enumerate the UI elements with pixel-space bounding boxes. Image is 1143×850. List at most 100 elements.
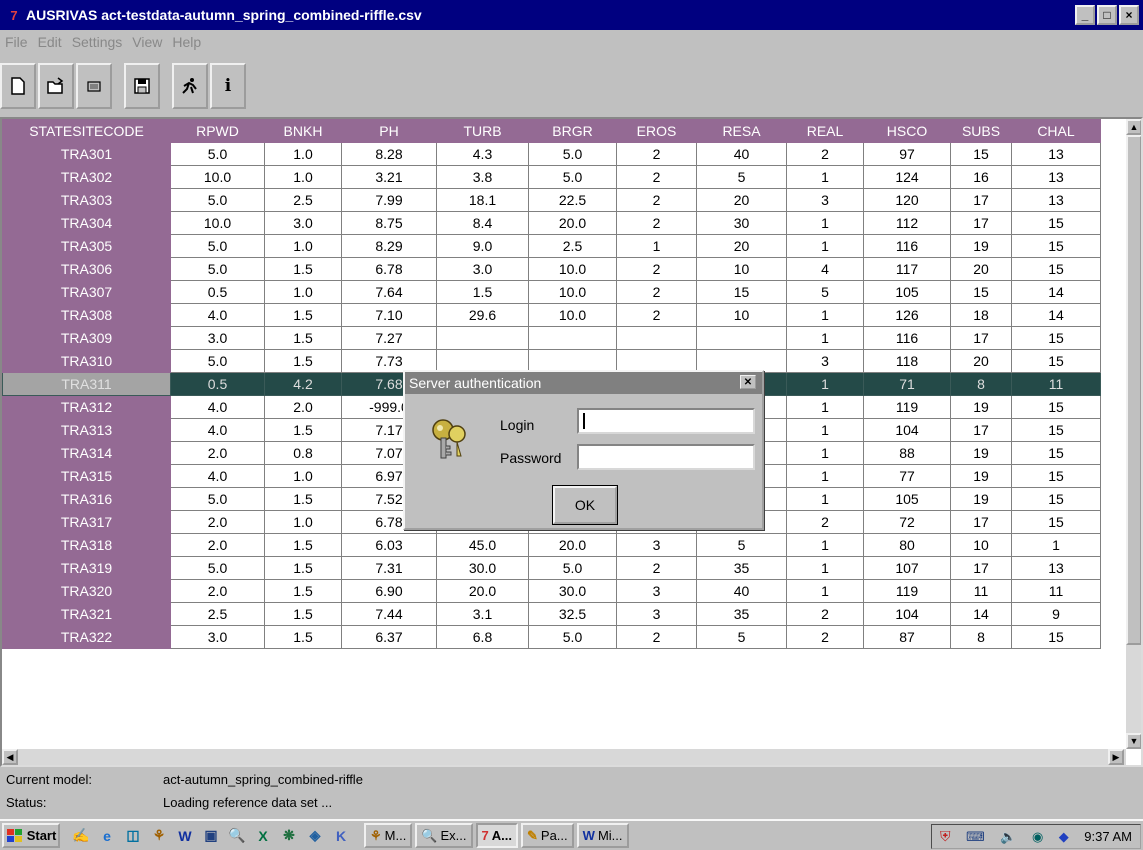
site-code-cell[interactable]: TRA307 [2, 280, 171, 304]
site-code-cell[interactable]: TRA311 [2, 372, 171, 396]
table-cell[interactable]: 6.03 [341, 533, 437, 557]
table-row[interactable]: TRA320 2.0 1.5 6.90 20.0 30.0 3 40 1 119 11 11 [2, 579, 1101, 603]
table-cell[interactable]: 1.0 [264, 165, 342, 189]
table-cell[interactable]: 1 [786, 234, 864, 258]
table-row[interactable]: TRA304 10.0 3.0 8.75 8.4 20.0 2 30 1 112 17 15 [2, 211, 1101, 235]
table-cell[interactable]: 105 [863, 487, 951, 511]
table-cell[interactable]: 15 [1011, 349, 1101, 373]
table-cell[interactable]: 4.0 [170, 303, 265, 327]
table-cell[interactable]: 4.2 [264, 372, 342, 396]
column-header[interactable]: BRGR [528, 119, 617, 143]
table-cell[interactable]: 15 [950, 280, 1012, 304]
site-code-cell[interactable]: TRA310 [2, 349, 171, 373]
excel-icon[interactable]: X [252, 825, 274, 847]
site-code-cell[interactable]: TRA321 [2, 602, 171, 626]
table-cell[interactable]: 6.78 [341, 257, 437, 281]
site-code-cell[interactable]: TRA314 [2, 441, 171, 465]
table-cell[interactable]: 13 [1011, 188, 1101, 212]
site-code-cell[interactable]: TRA302 [2, 165, 171, 189]
table-cell[interactable]: 9.0 [436, 234, 529, 258]
table-cell[interactable]: 14 [1011, 303, 1101, 327]
table-cell[interactable]: 11 [1011, 579, 1101, 603]
table-cell[interactable]: 20.0 [528, 211, 617, 235]
scroll-down-button[interactable]: ▼ [1126, 733, 1141, 749]
table-row[interactable]: TRA301 5.0 1.0 8.28 4.3 5.0 2 40 2 97 15 13 [2, 142, 1101, 166]
table-cell[interactable]: 2.0 [170, 533, 265, 557]
table-cell[interactable]: 1 [1011, 533, 1101, 557]
table-cell[interactable]: 0.5 [170, 372, 265, 396]
horizontal-scrollbar[interactable]: ◀ ▶ [2, 749, 1126, 765]
channels-icon[interactable]: ◫ [122, 825, 144, 847]
table-cell[interactable]: 1 [786, 211, 864, 235]
table-cell[interactable]: 7.44 [341, 602, 437, 626]
table-cell[interactable]: 1.5 [264, 625, 342, 649]
table-cell[interactable]: 1.5 [264, 487, 342, 511]
table-cell[interactable]: 1 [786, 441, 864, 465]
table-cell[interactable]: 5.0 [528, 142, 617, 166]
table-cell[interactable]: 13 [1011, 556, 1101, 580]
column-header[interactable]: STATESITECODE [2, 119, 171, 143]
table-cell[interactable]: 20 [950, 349, 1012, 373]
site-code-cell[interactable]: TRA315 [2, 464, 171, 488]
table-cell[interactable]: 15 [1011, 234, 1101, 258]
table-cell[interactable]: 13 [1011, 165, 1101, 189]
table-cell[interactable]: 80 [863, 533, 951, 557]
table-cell[interactable]: 5.0 [170, 257, 265, 281]
shield-icon[interactable]: ⛨ [940, 828, 951, 845]
folder-button[interactable] [76, 63, 112, 109]
table-cell[interactable]: 7.10 [341, 303, 437, 327]
site-code-cell[interactable]: TRA305 [2, 234, 171, 258]
table-cell[interactable]: 11 [1011, 372, 1101, 396]
table-cell[interactable]: 5.0 [170, 234, 265, 258]
site-code-cell[interactable]: TRA312 [2, 395, 171, 419]
table-cell[interactable]: 19 [950, 487, 1012, 511]
table-cell[interactable]: 2.5 [264, 188, 342, 212]
table-cell[interactable]: 10 [696, 257, 787, 281]
table-cell[interactable]: 30 [696, 211, 787, 235]
table-cell[interactable]: 8.4 [436, 211, 529, 235]
ms-icon[interactable]: K [330, 825, 352, 847]
dialog-title-bar[interactable]: Server authentication ✕ [405, 372, 762, 394]
table-cell[interactable]: 3.0 [170, 625, 265, 649]
table-cell[interactable]: 1 [786, 464, 864, 488]
cd-icon[interactable]: ◉ [1032, 829, 1043, 845]
site-code-cell[interactable]: TRA316 [2, 487, 171, 511]
menu-edit[interactable]: Edit [38, 34, 62, 54]
table-cell[interactable]: 20.0 [436, 579, 529, 603]
site-code-cell[interactable]: TRA322 [2, 625, 171, 649]
table-row[interactable]: TRA305 5.0 1.0 8.29 9.0 2.5 1 20 1 116 19 15 [2, 234, 1101, 258]
table-cell[interactable]: 118 [863, 349, 951, 373]
table-cell[interactable]: 2.0 [170, 441, 265, 465]
table-cell[interactable]: 1.5 [264, 602, 342, 626]
table-cell[interactable] [696, 326, 787, 350]
site-code-cell[interactable]: TRA318 [2, 533, 171, 557]
table-cell[interactable]: 2 [616, 257, 697, 281]
table-cell[interactable]: 1.5 [264, 303, 342, 327]
table-cell[interactable]: 5.0 [528, 625, 617, 649]
table-row[interactable]: TRA307 0.5 1.0 7.64 1.5 10.0 2 15 5 105 15 14 [2, 280, 1101, 304]
column-header[interactable]: REAL [786, 119, 864, 143]
table-cell[interactable]: 3 [616, 579, 697, 603]
table-cell[interactable]: 8.28 [341, 142, 437, 166]
table-cell[interactable]: 1 [786, 165, 864, 189]
site-code-cell[interactable]: TRA313 [2, 418, 171, 442]
table-cell[interactable]: 20.0 [528, 533, 617, 557]
table-cell[interactable]: 1.5 [264, 556, 342, 580]
table-cell[interactable]: 77 [863, 464, 951, 488]
site-code-cell[interactable]: TRA308 [2, 303, 171, 327]
run-button[interactable] [172, 63, 208, 109]
table-cell[interactable]: 116 [863, 234, 951, 258]
table-cell[interactable]: 2.0 [170, 579, 265, 603]
table-cell[interactable]: 5.0 [170, 349, 265, 373]
table-cell[interactable]: 5 [696, 165, 787, 189]
table-cell[interactable]: 1 [786, 579, 864, 603]
table-cell[interactable]: 40 [696, 579, 787, 603]
site-code-cell[interactable]: TRA317 [2, 510, 171, 534]
table-cell[interactable] [436, 326, 529, 350]
scroll-up-button[interactable]: ▲ [1126, 119, 1141, 135]
table-cell[interactable]: 5 [696, 533, 787, 557]
table-cell[interactable]: 104 [863, 602, 951, 626]
table-cell[interactable]: 1.5 [264, 257, 342, 281]
task-button[interactable]: W Mi... [576, 823, 629, 848]
table-cell[interactable]: 17 [950, 510, 1012, 534]
